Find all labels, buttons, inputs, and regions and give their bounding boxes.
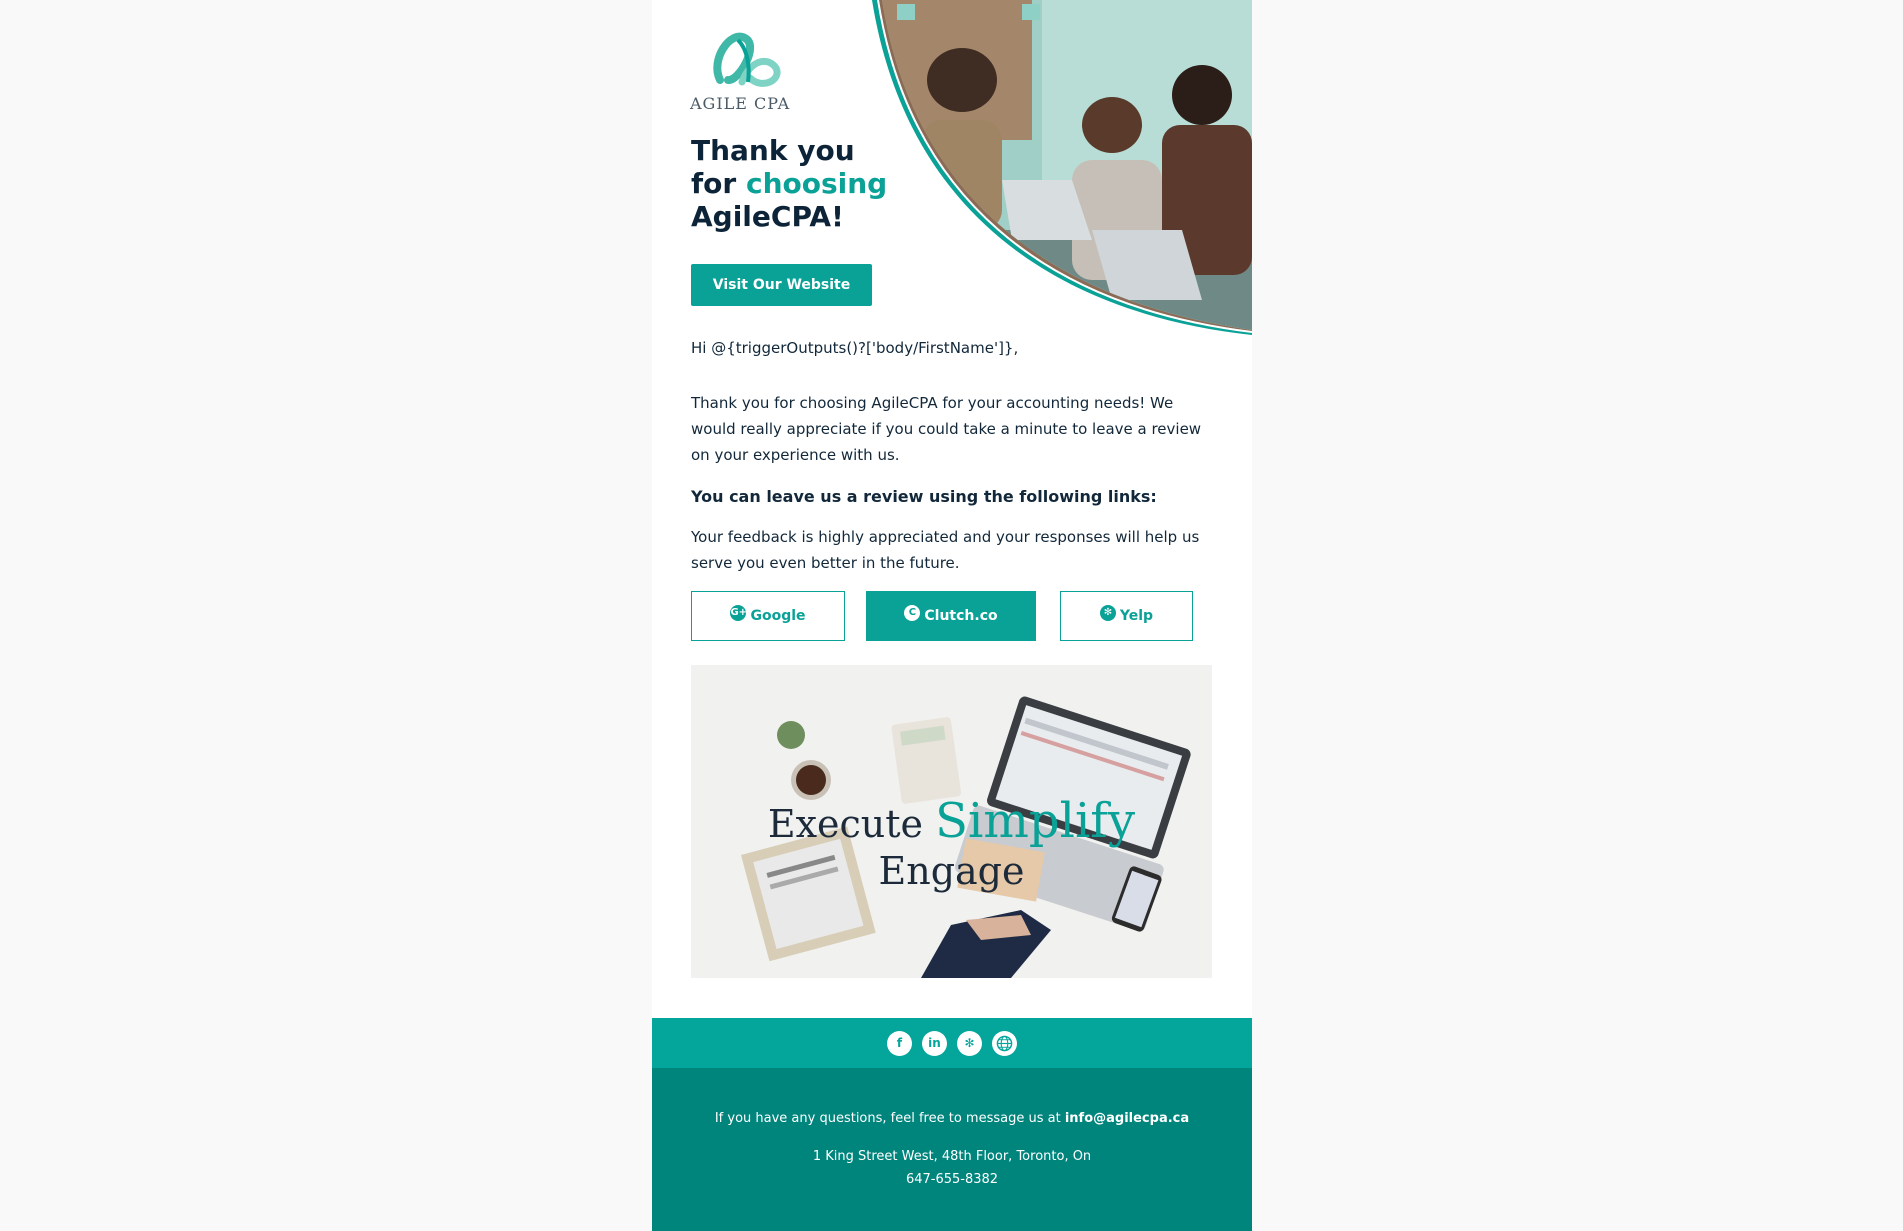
headline-line-3: AgileCPA!	[691, 200, 844, 233]
yelp-icon[interactable]: ✻	[957, 1030, 982, 1056]
agile-cpa-logo: AGILE CPA	[690, 20, 800, 115]
footer-email-link[interactable]: info@agilecpa.ca	[1065, 1111, 1189, 1126]
clutch-icon: C	[904, 605, 921, 621]
hero-team-photo	[842, 0, 1252, 335]
banner-word-execute: Execute	[767, 802, 924, 846]
headline-for: for	[691, 167, 746, 200]
yelp-icon: ✻	[1099, 605, 1116, 621]
footer-question-text: If you have any questions, feel free to …	[714, 1111, 1065, 1126]
banner-tagline: Execute Simplify Engage	[691, 793, 1212, 893]
facebook-icon[interactable]: f	[887, 1030, 912, 1056]
social-bar: f in ✻	[652, 1018, 1252, 1068]
google-review-button[interactable]: G+ Google	[691, 591, 845, 641]
email-container: AGILE CPA Thank you for choosing AgileCP…	[652, 0, 1252, 1231]
footer-phone[interactable]: 647-655-8382	[652, 1172, 1252, 1187]
linkedin-icon[interactable]: in	[922, 1030, 947, 1056]
logo-mark-icon	[713, 32, 781, 87]
headline-accent: choosing	[745, 167, 888, 200]
footer-contact-line: If you have any questions, feel free to …	[652, 1111, 1252, 1126]
greeting: Hi @{triggerOutputs()?['body/FirstName']…	[691, 339, 1019, 357]
globe-icon[interactable]	[992, 1030, 1017, 1056]
clutch-review-label: Clutch.co	[924, 608, 998, 624]
page-title: Thank you for choosing AgileCPA!	[691, 134, 887, 233]
banner-word-engage: Engage	[878, 849, 1025, 893]
desk-banner-image: Execute Simplify Engage	[691, 665, 1212, 978]
headline-line-2: for choosing	[691, 167, 887, 200]
footer: If you have any questions, feel free to …	[652, 1068, 1252, 1231]
banner-word-simplify: Simplify	[935, 793, 1136, 849]
yelp-review-label: Yelp	[1119, 608, 1154, 624]
intro-paragraph: Thank you for choosing AgileCPA for your…	[691, 394, 1202, 464]
google-plus-icon: G+	[730, 605, 747, 621]
review-heading: You can leave us a review using the foll…	[691, 487, 1157, 506]
headline-line-1: Thank you	[691, 134, 855, 167]
feedback-paragraph: Your feedback is highly appreciated and …	[691, 528, 1200, 572]
hero-section: AGILE CPA Thank you for choosing AgileCP…	[652, 0, 1252, 335]
clutch-review-button[interactable]: C Clutch.co	[866, 591, 1036, 641]
logo-text: AGILE CPA	[690, 94, 791, 113]
visit-website-button[interactable]: Visit Our Website	[691, 264, 872, 306]
google-review-label: Google	[750, 608, 806, 624]
footer-address: 1 King Street West, 48th Floor, Toronto,…	[812, 1149, 1092, 1164]
yelp-review-button[interactable]: ✻ Yelp	[1060, 591, 1193, 641]
